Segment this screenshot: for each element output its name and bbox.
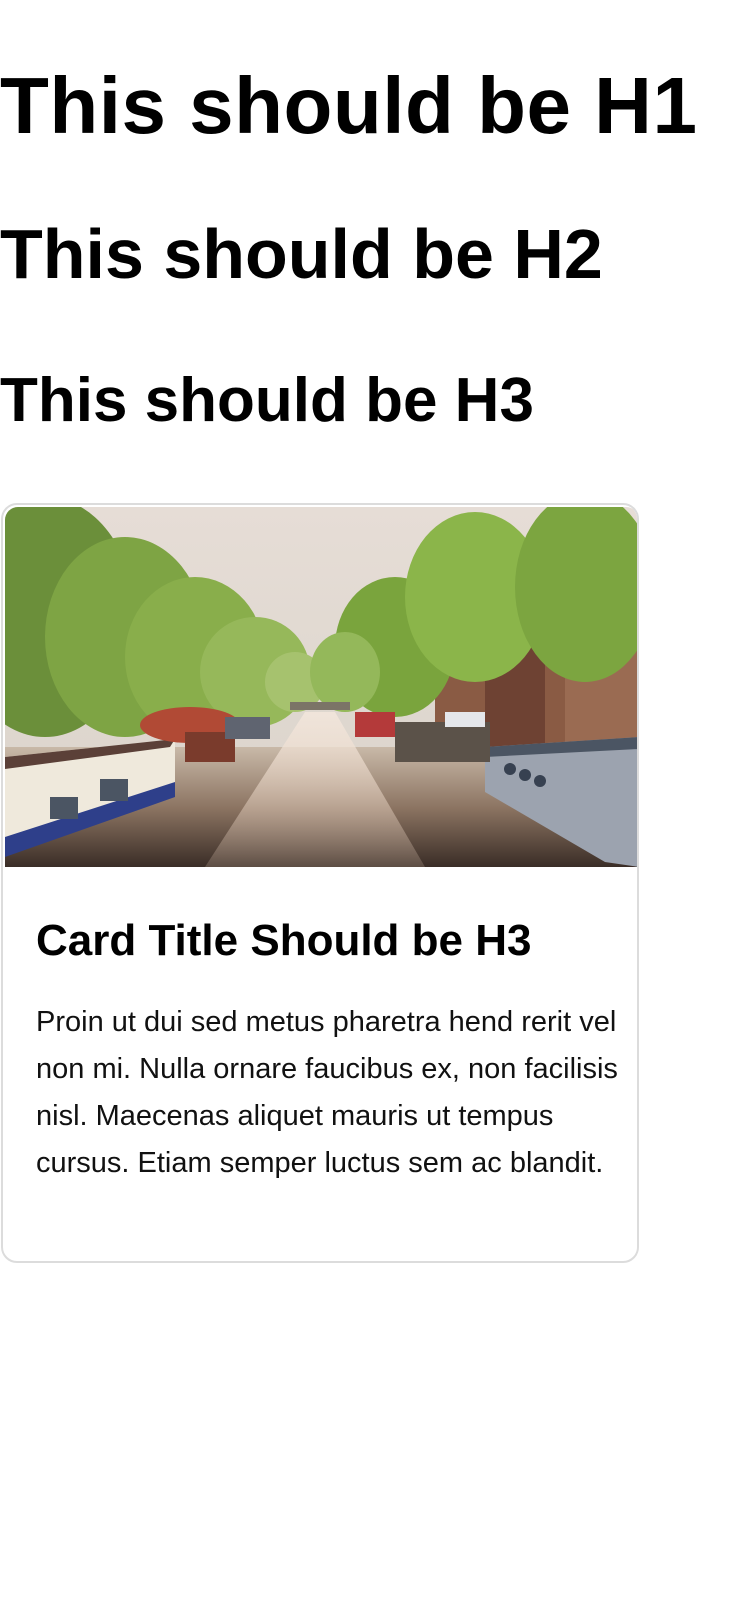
- heading-h2: This should be H2: [0, 215, 603, 293]
- card-body-text: Proin ut dui sed metus pharetra hend rer…: [36, 1006, 618, 1179]
- card-image: [5, 507, 637, 867]
- card-title: Card Title Should be H3: [36, 916, 532, 965]
- heading-h3: This should be H3: [0, 366, 534, 435]
- page: This should be H1 This should be H2 This…: [0, 0, 750, 1600]
- card: Card Title Should be H3 Proin ut dui sed…: [1, 503, 639, 1263]
- heading-h1: This should be H1: [0, 61, 698, 150]
